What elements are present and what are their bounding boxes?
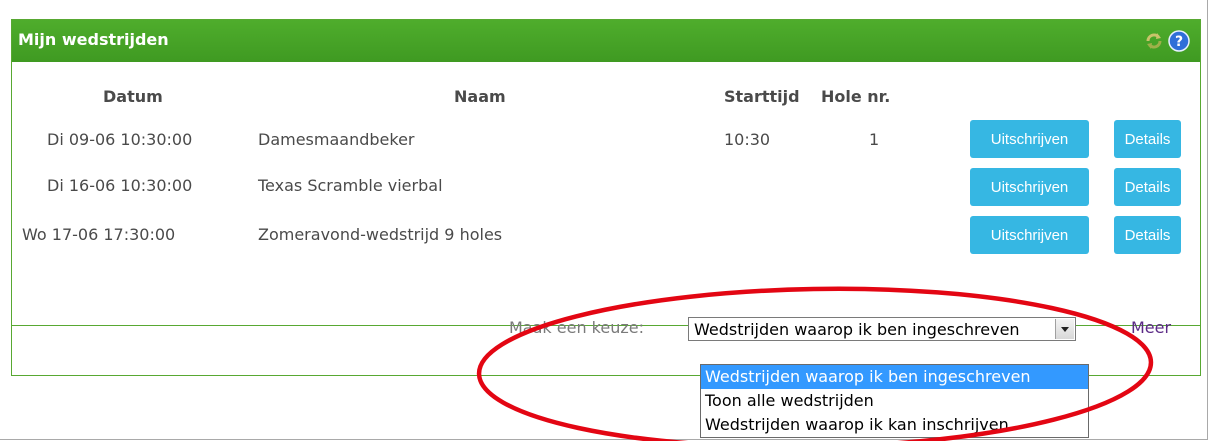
column-header-datum: Datum (103, 87, 163, 106)
cell-naam: Damesmaandbeker (258, 130, 415, 149)
cell-naam: Zomeravond-wedstrijd 9 holes (258, 225, 503, 244)
dropdown-option[interactable]: Wedstrijden waarop ik kan inschrijven (701, 413, 1088, 437)
column-header-starttijd: Starttijd (724, 87, 800, 106)
filter-dropdown-list: Wedstrijden waarop ik ben ingeschreven T… (700, 364, 1089, 438)
details-button[interactable]: Details (1114, 120, 1181, 158)
details-button[interactable]: Details (1114, 216, 1181, 254)
cell-naam: Texas Scramble vierbal (258, 176, 443, 195)
cell-datum: Wo 17-06 17:30:00 (22, 225, 176, 244)
more-link[interactable]: Meer (1131, 318, 1171, 337)
dropdown-option[interactable]: Toon alle wedstrijden (701, 389, 1088, 413)
refresh-icon[interactable] (1144, 31, 1164, 51)
cell-datum: Di 16-06 10:30:00 (47, 176, 193, 195)
chevron-down-icon[interactable] (1055, 319, 1074, 339)
column-header-hole: Hole nr. (821, 87, 891, 106)
choice-label: Maak een keuze: (509, 318, 644, 337)
help-icon[interactable]: ? (1168, 30, 1190, 52)
cell-datum: Di 09-06 10:30:00 (47, 130, 193, 149)
panel-title: Mijn wedstrijden (18, 30, 169, 49)
unsubscribe-button[interactable]: Uitschrijven (970, 120, 1089, 158)
panel-header: Mijn wedstrijden ? (12, 20, 1200, 62)
cell-starttijd: 10:30 (724, 130, 771, 149)
unsubscribe-button[interactable]: Uitschrijven (970, 168, 1089, 206)
svg-text:?: ? (1175, 34, 1183, 50)
unsubscribe-button[interactable]: Uitschrijven (970, 216, 1089, 254)
dropdown-option[interactable]: Wedstrijden waarop ik ben ingeschreven (701, 365, 1088, 389)
competition-filter-select[interactable]: Wedstrijden waarop ik ben ingeschreven (688, 317, 1076, 341)
column-header-naam: Naam (454, 87, 506, 106)
cell-hole: 1 (869, 130, 880, 149)
details-button[interactable]: Details (1114, 168, 1181, 206)
select-value: Wedstrijden waarop ik ben ingeschreven (694, 320, 1020, 339)
